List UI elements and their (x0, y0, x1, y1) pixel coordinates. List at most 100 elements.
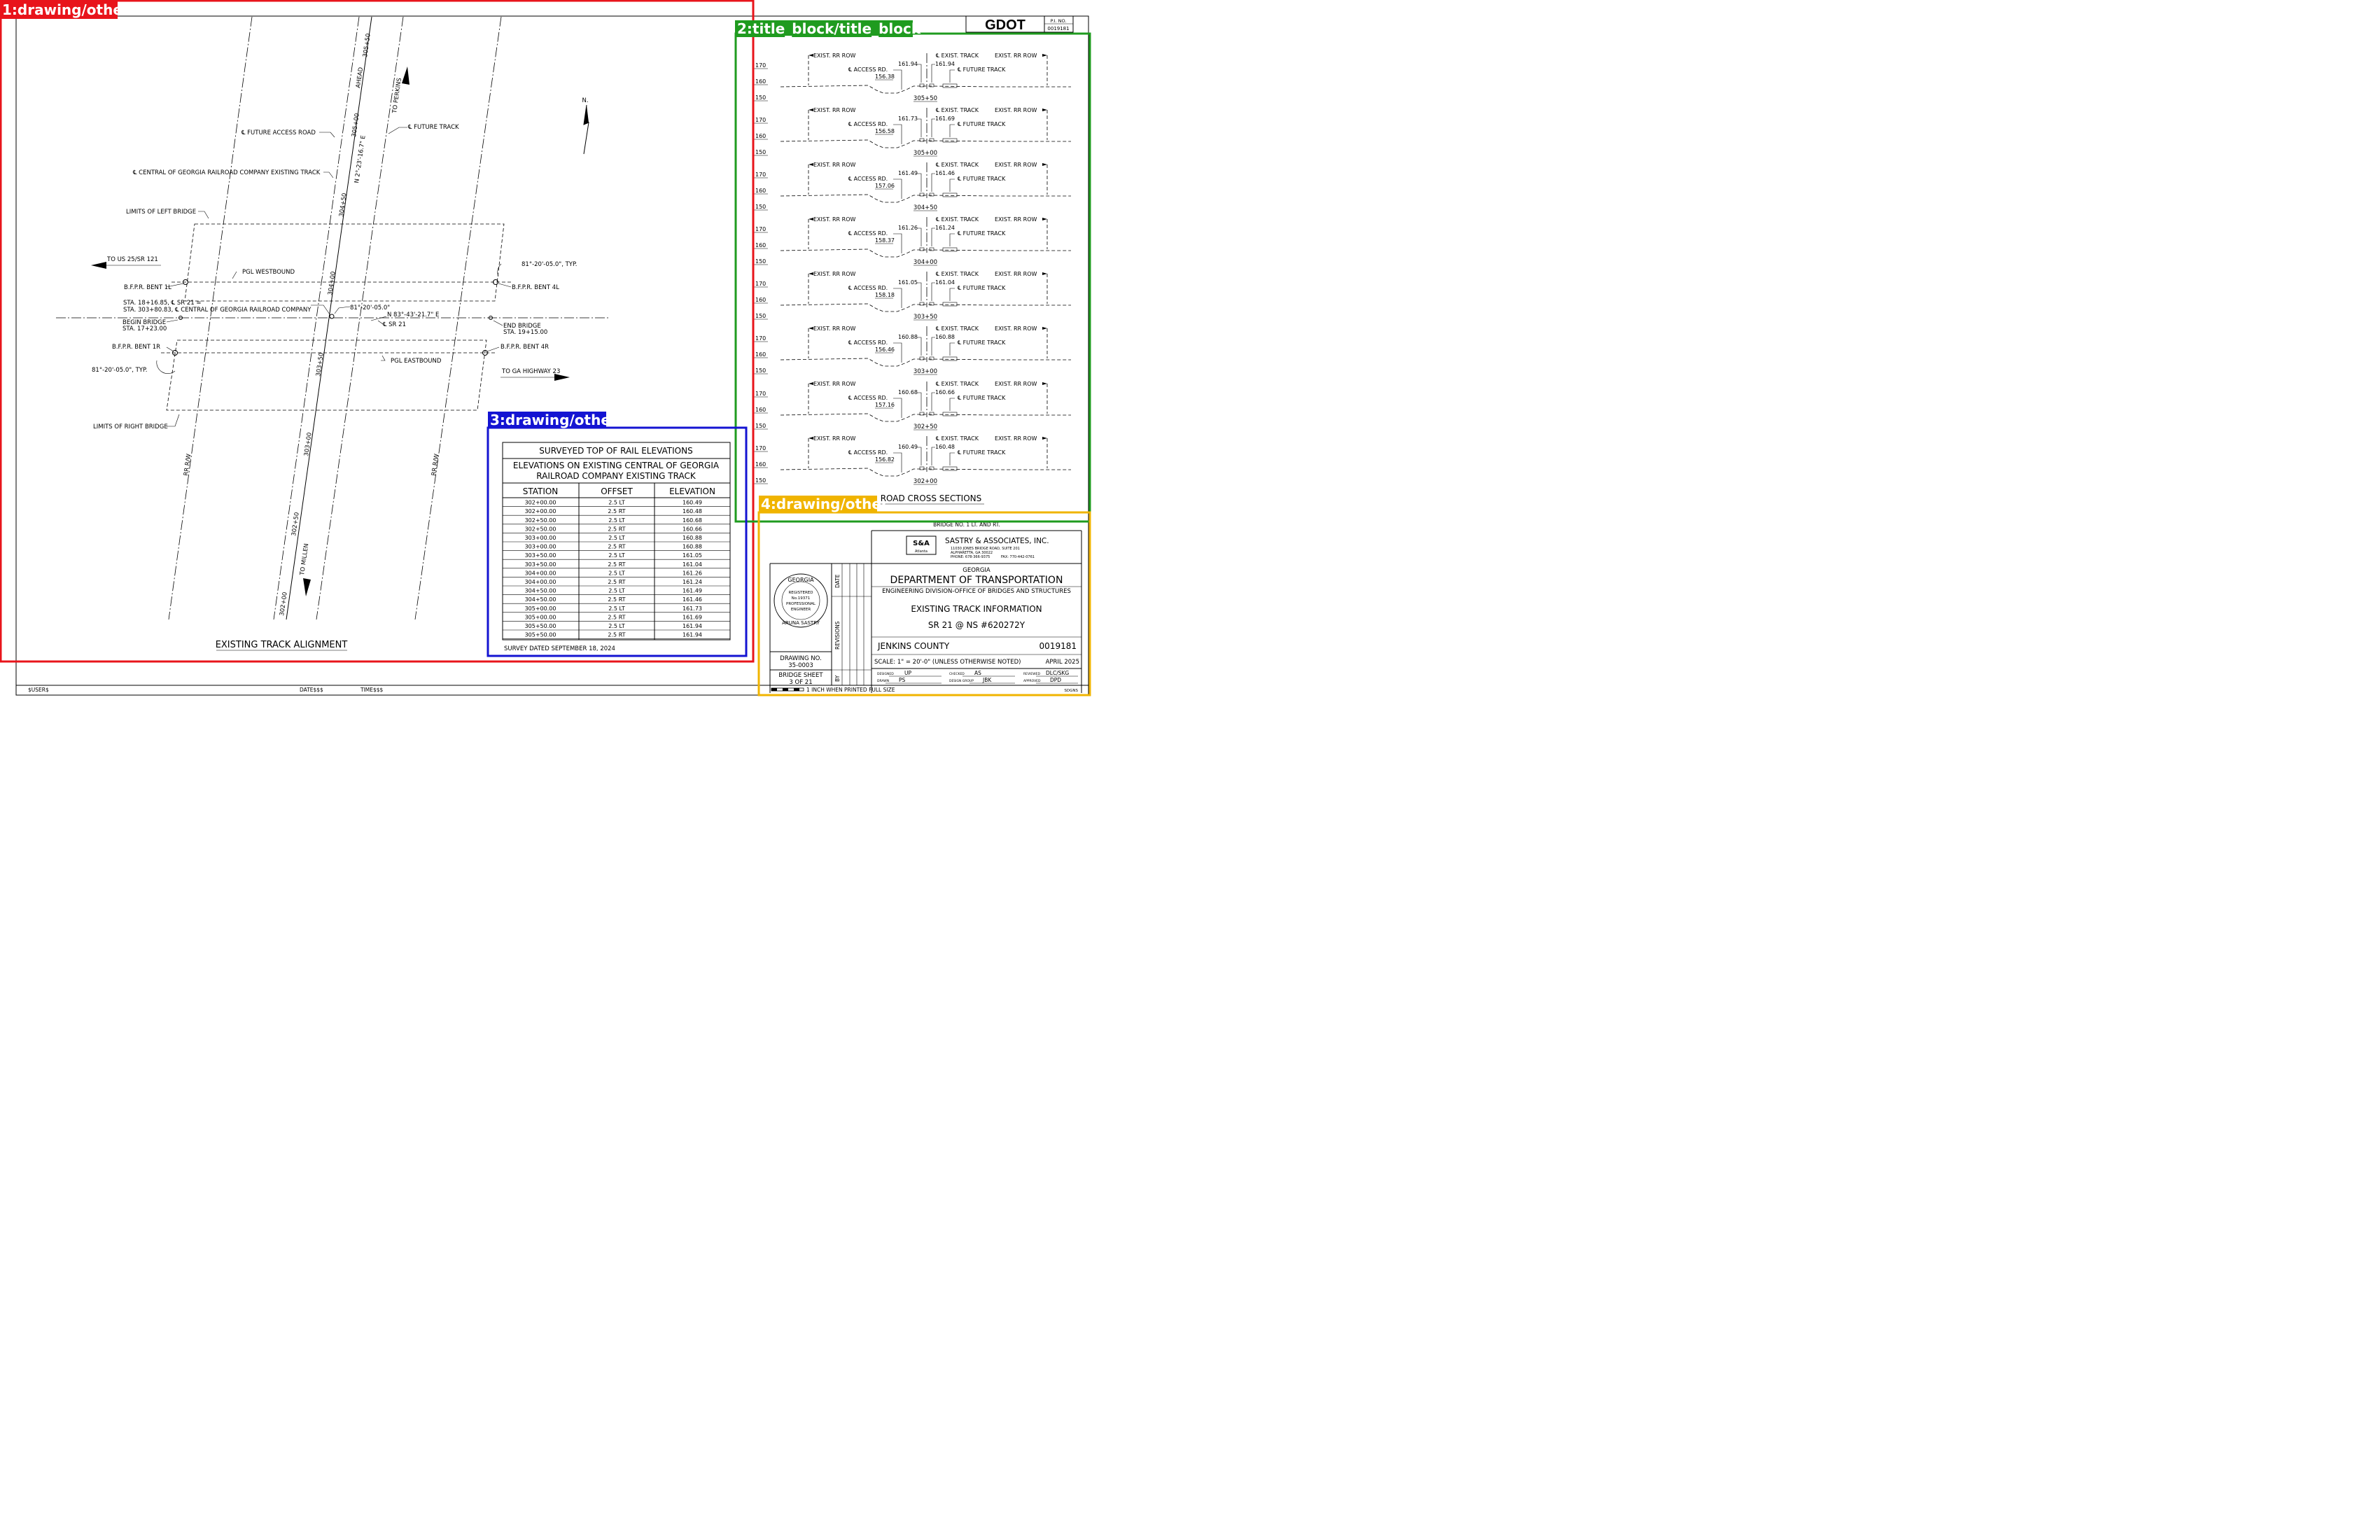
col-by: BY (834, 675, 841, 682)
access-rd-label: ℄ ACCESS RD. (848, 285, 888, 291)
ground-profile (780, 413, 1071, 422)
label-rr-rw-left: RR R/W (183, 453, 192, 476)
station-302-50: 302+50 (290, 512, 301, 536)
elev-tick-label: 170 (755, 335, 766, 342)
table-cell-elevation: 161.94 (682, 632, 702, 638)
table-cell-station: 302+50.00 (525, 517, 556, 524)
elev-tick-label: 170 (755, 117, 766, 123)
top-of-rail-right: 160.88 (935, 334, 955, 340)
access-rd-label: ℄ ACCESS RD. (848, 340, 888, 346)
pi-number: 0019181 (1047, 26, 1069, 31)
rr-row-left-line (168, 16, 253, 620)
table-cell-station: 305+50.00 (525, 623, 556, 629)
table-cell-station: 305+00.00 (525, 614, 556, 620)
table-subtitle-2: RAILROAD COMPANY EXISTING TRACK (536, 471, 696, 481)
to-perkins-arrow (402, 66, 410, 85)
plan-title: EXISTING TRACK ALIGNMENT (216, 640, 348, 650)
cross-section: 170 160 150 EXIST. RR ROW EXIST. RR ROW ℄ EXI… (754, 271, 1071, 321)
future-track-marker (942, 138, 958, 143)
ground-profile (780, 248, 1071, 258)
checked-label: CHECKED (949, 672, 965, 676)
exist-rr-row-right-label: EXIST. RR ROW (995, 216, 1037, 223)
elev-tick-label: 160 (755, 461, 766, 468)
firm-phone: PHONE: 678-366-9375 (951, 555, 990, 559)
elev-tick-label: 150 (755, 94, 766, 101)
reviewed-value: DLC/SKG (1046, 670, 1069, 676)
low-point-elevation: 156.46 (875, 346, 895, 353)
inch-note: 1 INCH WHEN PRINTED FULL SIZE (806, 687, 895, 693)
table-header-elevation: ELEVATION (669, 486, 715, 496)
elev-tick-label: 160 (755, 133, 766, 139)
section-station: 303+50 (913, 314, 937, 321)
label-pgl-westbound: PGL WESTBOUND (242, 269, 295, 276)
elev-tick-label: 170 (755, 391, 766, 397)
seal-eng: ENGINEER (791, 608, 811, 612)
cross-section: 170 160 150 EXIST. RR ROW EXIST. RR ROW ℄ EXI… (754, 326, 1071, 375)
top-of-rail-left: 160.68 (898, 389, 918, 396)
station-303-50: 303+50 (315, 352, 326, 377)
overlay-label-4: 4:drawing/other (761, 496, 888, 512)
elev-tick-label: 150 (755, 313, 766, 319)
elevation-table: SURVEYED TOP OF RAIL ELEVATIONS ELEVATIO… (502, 442, 731, 652)
future-track-label: ℄ FUTURE TRACK (958, 230, 1006, 237)
design-group-label: DESIGN GROUP (949, 679, 974, 683)
date-label: APRIL 2025 (1046, 659, 1079, 666)
firm-fax: FAX: 770-442-0761 (1001, 555, 1035, 559)
table-cell-offset: 2.5 RT (608, 579, 625, 585)
elev-tick-label: 160 (755, 78, 766, 85)
future-track-marker (942, 83, 958, 88)
left-bridge-limits (184, 223, 505, 302)
gdot-logo: GDOT (985, 18, 1026, 33)
existing-track-line (286, 16, 372, 620)
future-track-marker (942, 466, 958, 471)
station-305-50: 305+50 (362, 33, 372, 57)
table-cell-elevation: 160.49 (682, 500, 702, 506)
label-cl-sr21: ℄ SR 21 (382, 321, 406, 328)
table-cell-elevation: 161.94 (682, 623, 702, 629)
firm-name: SASTRY & ASSOCIATES, INC. (945, 537, 1049, 545)
top-of-rail-left: 161.94 (898, 61, 918, 67)
top-of-rail-right: 161.69 (935, 115, 955, 122)
top-of-rail-right: 160.48 (935, 444, 955, 450)
low-point-elevation: 156.58 (875, 128, 895, 134)
elev-tick-label: 170 (755, 445, 766, 451)
exist-track-label: ℄ EXIST. TRACK (936, 271, 979, 277)
firm-logo-sub: Atlanta (915, 550, 927, 554)
future-track-label: ℄ FUTURE TRACK (958, 176, 1006, 182)
exist-rr-row-right-label: EXIST. RR ROW (995, 326, 1037, 332)
table-cell-offset: 2.5 RT (608, 526, 625, 532)
exist-track-label: ℄ EXIST. TRACK (936, 381, 979, 387)
exist-rr-row-left-label: EXIST. RR ROW (813, 326, 856, 332)
top-of-rail-left: 161.26 (898, 225, 918, 231)
elev-tick-label: 150 (755, 149, 766, 155)
elev-tick-label: 160 (755, 242, 766, 248)
ground-profile (780, 85, 1071, 94)
exist-rr-row-right-label: EXIST. RR ROW (995, 381, 1037, 387)
table-cell-elevation: 161.49 (682, 588, 702, 594)
top-of-rail-right: 160.66 (935, 389, 955, 396)
elev-tick-label: 150 (755, 368, 766, 374)
col-revisions: REVISIONS (834, 621, 841, 650)
table-cell-station: 304+00.00 (525, 570, 556, 576)
bridge-sheet-label: BRIDGE SHEET (778, 672, 823, 679)
approved-label: APPROVED (1023, 679, 1041, 683)
section-station: 302+00 (913, 478, 937, 485)
table-cell-elevation: 161.69 (682, 614, 702, 620)
overlay-box-1 (0, 0, 755, 663)
cross-section: 170 160 150 EXIST. RR ROW EXIST. RR ROW ℄ EXI… (754, 435, 1071, 485)
footer-time: TIME$$$ (360, 687, 384, 693)
table-cell-elevation: 161.26 (682, 570, 702, 576)
cross-section: 170 160 150 EXIST. RR ROW EXIST. RR ROW ℄ EXI… (754, 162, 1071, 211)
low-point-elevation: 156.38 (875, 74, 895, 80)
overlay-label-1: 1:drawing/other (2, 1, 130, 18)
table-cell-offset: 2.5 RT (608, 632, 625, 638)
table-cell-elevation: 160.48 (682, 508, 702, 514)
elev-tick-label: 150 (755, 423, 766, 429)
ground-profile (780, 139, 1071, 148)
table-cell-offset: 2.5 LT (608, 535, 625, 541)
label-ahead: AHEAD (355, 66, 365, 88)
table-cell-station: 303+50.00 (525, 561, 556, 568)
label-end-bridge-2: STA. 19+15.00 (503, 329, 547, 336)
label-pgl-eastbound: PGL EASTBOUND (391, 358, 442, 365)
exist-rr-row-right-label: EXIST. RR ROW (995, 162, 1037, 168)
